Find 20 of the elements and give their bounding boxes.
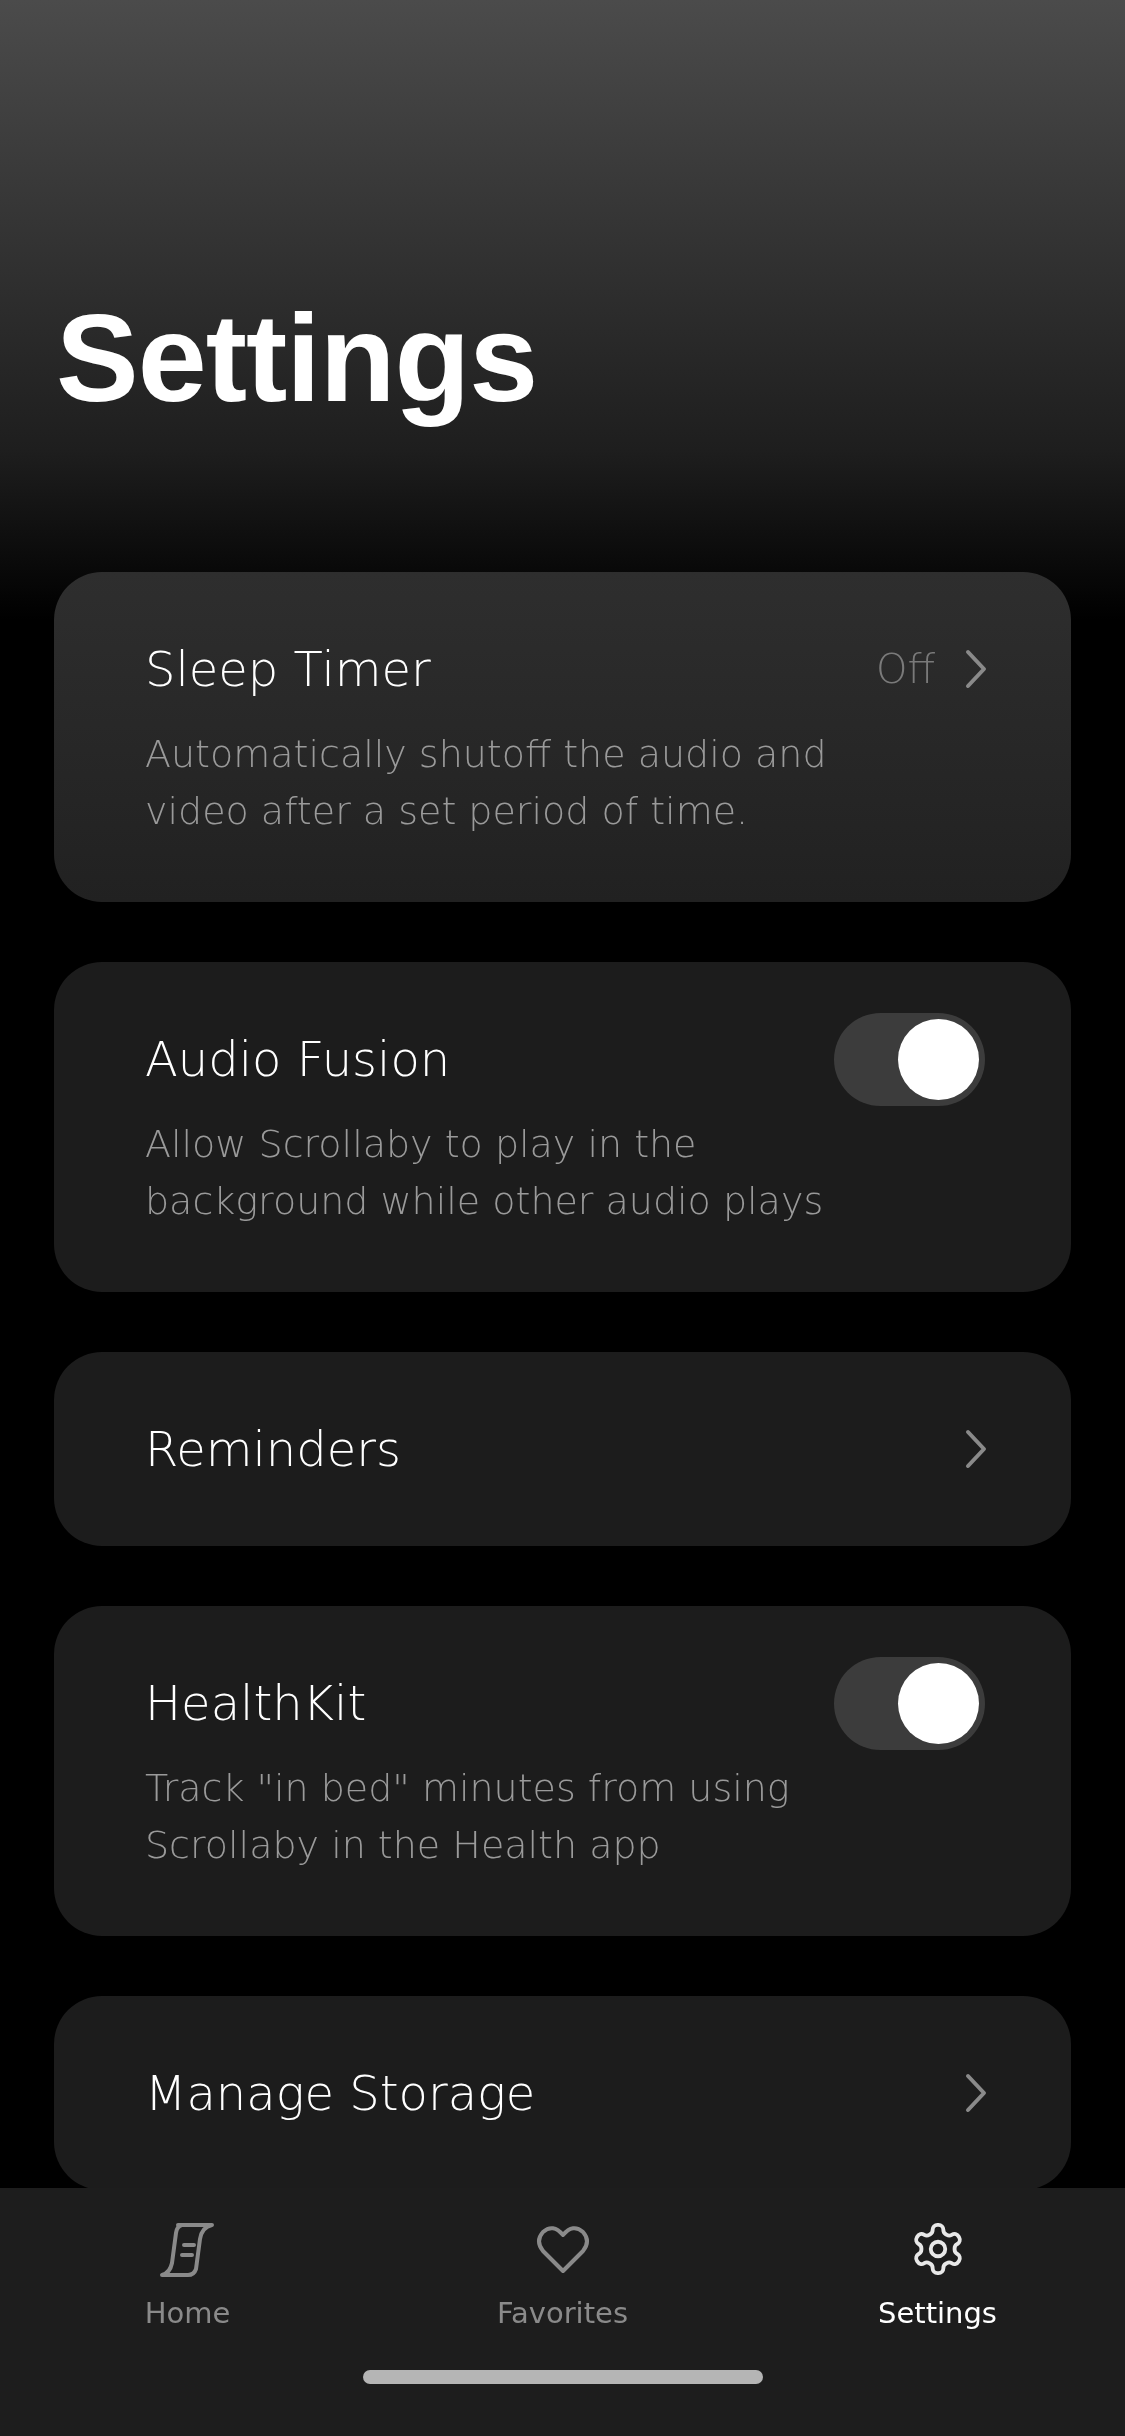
settings-card[interactable]: Reminders [54, 1352, 1071, 1547]
chevron-icon [965, 2073, 987, 2114]
setting-value: Off [875, 646, 935, 693]
setting-label: Reminders [145, 1421, 401, 1478]
chevron-icon [965, 1429, 987, 1470]
tab[interactable]: Settings [750, 2218, 1125, 2330]
settings-card[interactable]: Manage Storage [54, 1996, 1071, 2188]
setting-description: Track "in bed" minutes from using Scrollaby in the Health app [145, 1765, 791, 1870]
page-title: Settings [56, 290, 539, 427]
setting-label: Manage Storage [145, 2065, 536, 2122]
heart-icon [534, 2223, 591, 2275]
setting-label: Audio Fusion [145, 1031, 451, 1088]
setting-description: Allow Scrollaby to play in the background while other audio plays [145, 1121, 825, 1226]
setting-description: Automatically shutoff the audio and video after a set period of time. [145, 731, 828, 836]
chevron-icon [965, 649, 987, 690]
setting-label: HealthKit [145, 1675, 367, 1732]
tab[interactable]: Favorites [375, 2218, 750, 2330]
setting-label: Sleep Timer [145, 641, 431, 698]
tab[interactable]: Home [0, 2218, 375, 2330]
settings-card[interactable]: Sleep Timer Off Automatically shutoff the audio and video after a set period of time. [54, 572, 1071, 903]
